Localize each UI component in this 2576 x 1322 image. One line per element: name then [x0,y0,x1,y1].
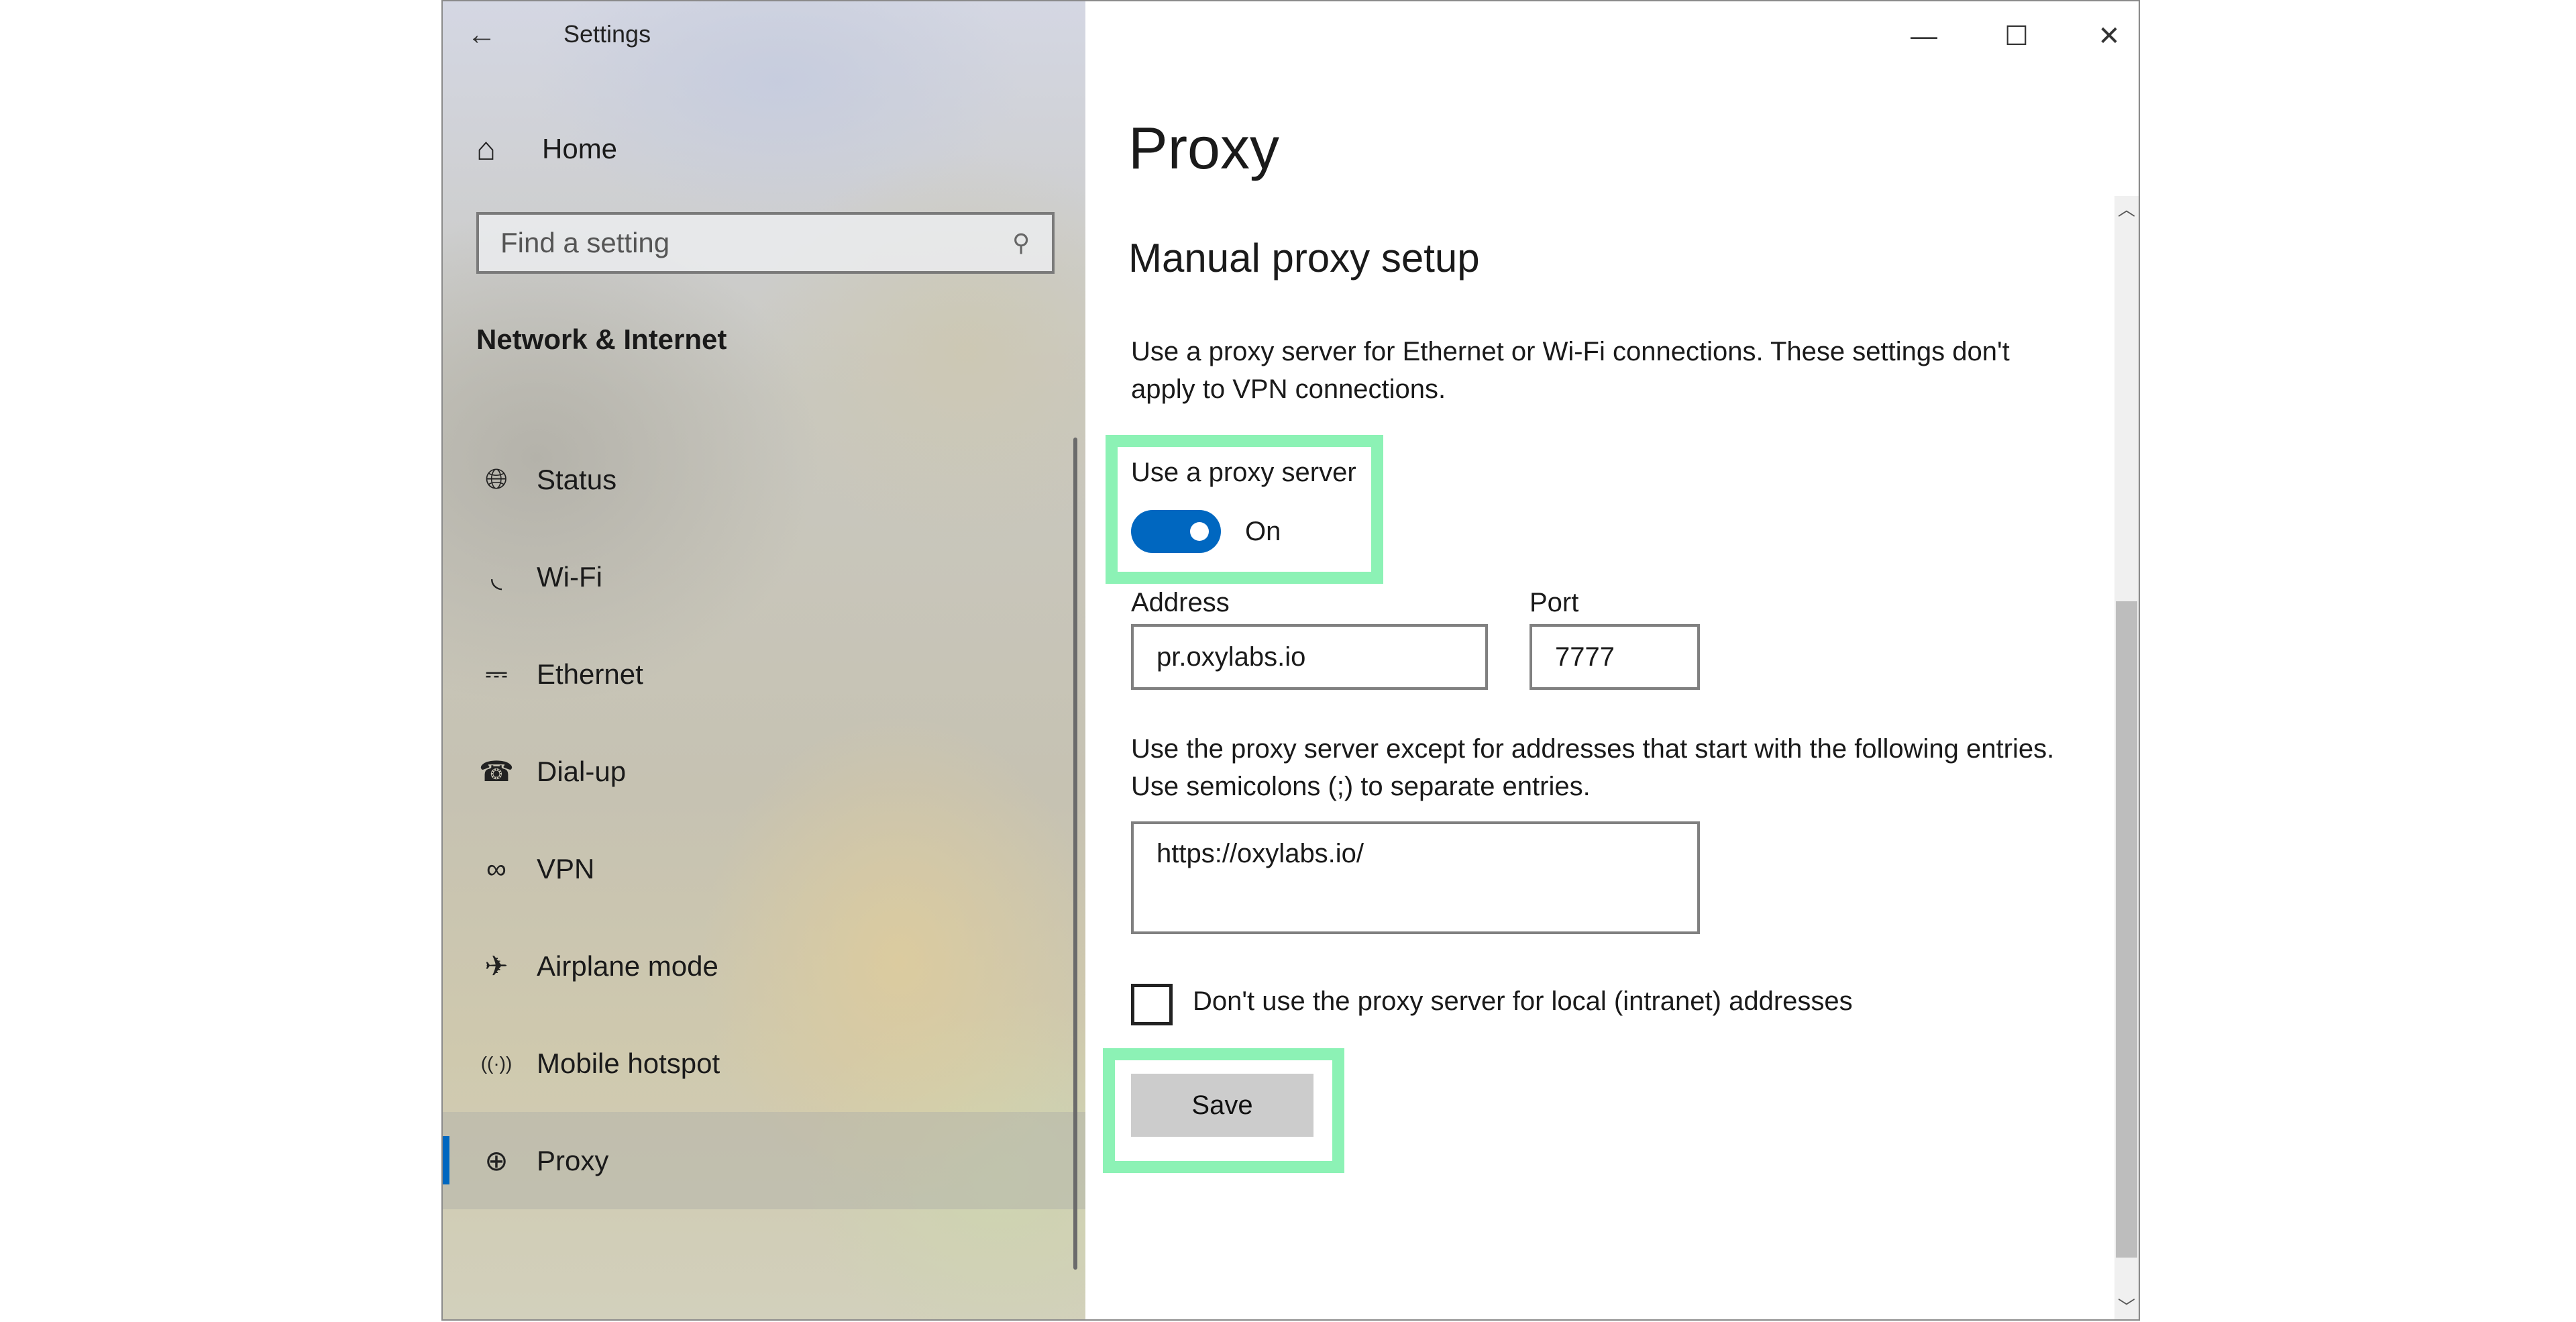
sidebar-scrollbar[interactable] [1073,438,1077,1270]
save-button[interactable]: Save [1131,1074,1313,1137]
hotspot-icon: ((·)) [480,1052,513,1074]
minimize-icon[interactable]: — [1884,11,1964,62]
proxy-description: Use a proxy server for Ethernet or Wi-Fi… [1131,337,2010,404]
sidebar-item-label: Ethernet [537,658,643,690]
sidebar-item-label: Status [537,463,617,495]
sidebar-item-label: Mobile hotspot [537,1047,720,1079]
wifi-icon: ◟ [490,561,502,593]
search-icon[interactable]: ⚲ [1001,229,1041,257]
home-label: Home [542,133,618,164]
sidebar-item-label: Airplane mode [537,950,718,982]
nav-list: 🌐︎ Status ◟ Wi-Fi ⎓ Ethernet ☎ Dial-up ∞… [443,431,1085,1209]
ethernet-icon: ⎓ [485,658,508,689]
local-bypass-label: Don't use the proxy server for local (in… [1193,986,1853,1016]
home-icon: ⌂ [476,131,496,167]
main-content: — ☐ ✕ Proxy Manual proxy setup Use a pro… [1085,1,2139,1319]
scroll-up-icon[interactable]: ︿ [2114,197,2139,221]
port-label: Port [1529,588,1579,617]
use-proxy-toggle[interactable] [1131,510,1221,553]
globe-icon: ⊕ [484,1145,508,1176]
section-title: Manual proxy setup [1128,236,1480,281]
sidebar-item-airplane-mode[interactable]: ✈ Airplane mode [443,917,1085,1015]
use-proxy-label: Use a proxy server [1131,458,1356,487]
address-field[interactable] [1131,624,1488,690]
scrollbar-thumb[interactable] [2116,601,2137,1258]
main-scrollbar[interactable]: ︿ ﹀ [2114,196,2139,1319]
sidebar-item-home[interactable]: ⌂ Home [476,129,617,169]
toggle-knob [1190,522,1209,541]
sidebar-item-label: VPN [537,852,595,884]
status-icon: 🌐︎ [485,463,508,495]
vpn-icon: ∞ [486,852,506,884]
close-icon[interactable]: ✕ [2069,11,2139,62]
port-field[interactable] [1529,624,1700,690]
exceptions-description: Use the proxy server except for addresse… [1131,734,2055,801]
address-label: Address [1131,588,1230,617]
sidebar-item-vpn[interactable]: ∞ VPN [443,820,1085,917]
toggle-state-label: On [1245,517,1281,546]
settings-window: ← Settings ⌂ Home ⚲ Network & Internet 🌐… [441,0,2140,1321]
sidebar-item-dialup[interactable]: ☎ Dial-up [443,723,1085,820]
dialup-icon: ☎ [478,756,515,787]
maximize-icon[interactable]: ☐ [1976,11,2057,62]
sidebar-item-wifi[interactable]: ◟ Wi-Fi [443,528,1085,625]
sidebar: ← Settings ⌂ Home ⚲ Network & Internet 🌐… [443,1,1085,1319]
sidebar-item-ethernet[interactable]: ⎓ Ethernet [443,625,1085,723]
local-bypass-checkbox[interactable] [1131,984,1173,1025]
search-box[interactable]: ⚲ [476,212,1055,274]
sidebar-item-label: Wi-Fi [537,560,602,593]
airplane-icon: ✈ [484,950,508,982]
search-input[interactable] [499,226,1001,260]
sidebar-item-label: Dial-up [537,755,627,787]
exceptions-field[interactable]: https://oxylabs.io/ [1131,821,1700,934]
section-title: Network & Internet [476,323,727,355]
scroll-down-icon[interactable]: ﹀ [2114,1295,2139,1319]
app-title: Settings [564,20,651,48]
sidebar-item-status[interactable]: 🌐︎ Status [443,431,1085,528]
sidebar-item-mobile-hotspot[interactable]: ((·)) Mobile hotspot [443,1015,1085,1112]
back-arrow-icon[interactable]: ← [462,15,502,55]
sidebar-item-label: Proxy [537,1144,609,1176]
page-title: Proxy [1128,115,1279,181]
sidebar-item-proxy[interactable]: ⊕ Proxy [443,1112,1085,1209]
